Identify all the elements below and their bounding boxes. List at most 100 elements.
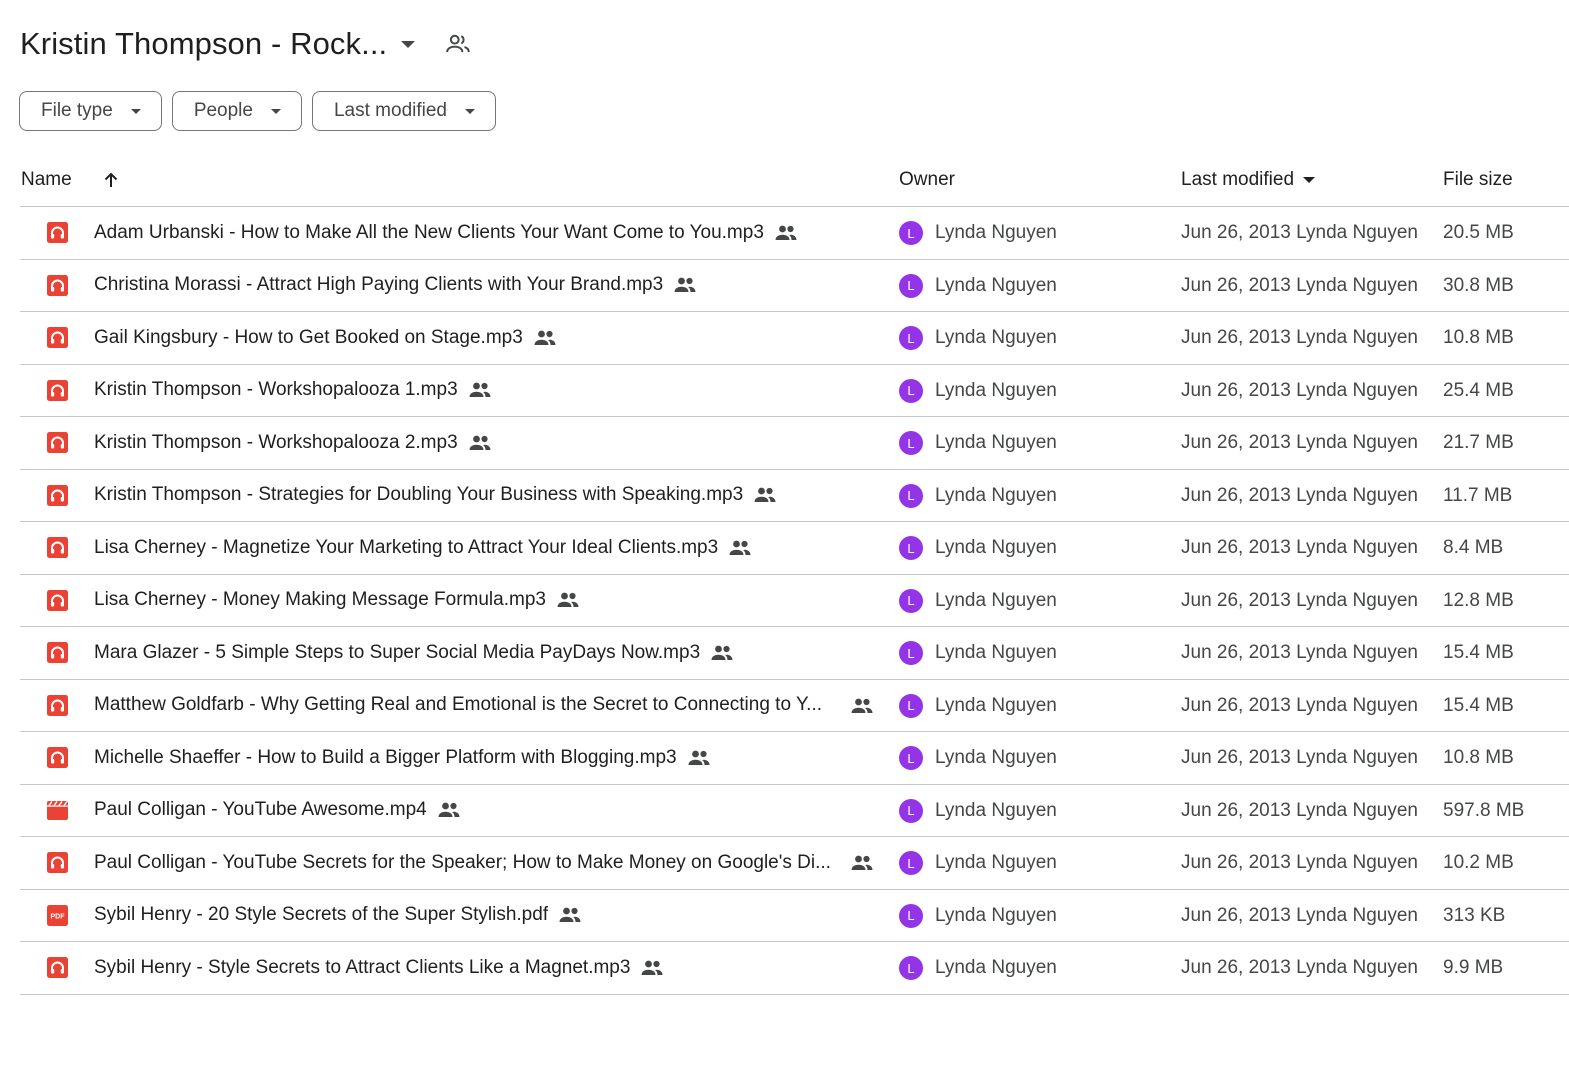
last-modified: Jun 26, 2013 Lynda Nguyen — [1181, 799, 1418, 821]
file-name[interactable]: Matthew Goldfarb - Why Getting Real and … — [94, 694, 822, 716]
file-name[interactable]: Sybil Henry - Style Secrets to Attract C… — [94, 957, 630, 979]
owner-name: Lynda Nguyen — [935, 904, 1057, 926]
file-row[interactable]: Kristin Thompson - Workshopalooza 2.mp3 L… — [20, 417, 1569, 470]
filter-chips: File type People Last modified — [19, 91, 496, 131]
owner-avatar: L — [899, 378, 923, 403]
file-name[interactable]: Kristin Thompson - Workshopalooza 2.mp3 — [94, 432, 458, 454]
file-size: 10.2 MB — [1443, 852, 1514, 873]
folder-menu-caret-icon[interactable] — [401, 40, 416, 48]
file-row[interactable]: Sybil Henry - Style Secrets to Attract C… — [20, 942, 1569, 995]
shared-icon — [753, 485, 777, 505]
filter-label: People — [193, 100, 253, 121]
owner-name: Lynda Nguyen — [935, 222, 1057, 243]
file-name-cell[interactable]: Paul Colligan - YouTube Awesome.mp4 — [94, 785, 461, 836]
file-row[interactable]: Michelle Shaeffer - How to Build a Bigge… — [20, 732, 1569, 785]
file-name[interactable]: Paul Colligan - YouTube Awesome.mp4 — [94, 799, 427, 821]
file-row[interactable]: Kristin Thompson - Strategies for Doubli… — [20, 470, 1569, 522]
owner-name: Lynda Nguyen — [935, 957, 1057, 978]
file-row[interactable]: Christina Morassi - Attract High Paying … — [20, 260, 1569, 312]
last-modified-filter[interactable]: Last modified — [311, 91, 496, 131]
file-name[interactable]: Kristin Thompson - Workshopalooza 1.mp3 — [94, 379, 458, 401]
owner-name: Lynda Nguyen — [935, 274, 1057, 296]
owner-name: Lynda Nguyen — [935, 852, 1057, 873]
file-name-cell[interactable]: Sybil Henry - 20 Style Secrets of the Su… — [94, 890, 582, 941]
file-name[interactable]: Lisa Cherney - Money Making Message Form… — [94, 589, 546, 611]
file-size: 10.8 MB — [1443, 747, 1514, 768]
file-row[interactable]: Lisa Cherney - Magnetize Your Marketing … — [20, 522, 1569, 575]
owner-avatar: L — [899, 326, 923, 350]
file-name-cell[interactable]: Kristin Thompson - Strategies for Doubli… — [94, 470, 777, 521]
file-row[interactable]: Kristin Thompson - Workshopalooza 1.mp3 L… — [20, 365, 1569, 417]
file-name-cell[interactable]: Adam Urbanski - How to Make All the New … — [94, 207, 798, 258]
file-row[interactable]: Adam Urbanski - How to Make All the New … — [20, 207, 1569, 260]
file-row[interactable]: Mara Glazer - 5 Simple Steps to Super So… — [20, 627, 1569, 680]
file-row[interactable]: PDF Sybil Henry - 20 Style Secrets of the… — [20, 890, 1569, 942]
owner-avatar: L — [899, 588, 923, 613]
last-modified: Jun 26, 2013 Lynda Nguyen — [1181, 327, 1418, 348]
owner-avatar: L — [899, 903, 923, 928]
table-header: Name Owner Last modified File size — [20, 158, 1569, 207]
dropdown-caret-icon — [270, 108, 281, 114]
file-name[interactable]: Mara Glazer - 5 Simple Steps to Super So… — [94, 642, 700, 664]
last-modified: Jun 26, 2013 Lynda Nguyen — [1181, 694, 1418, 716]
file-row[interactable]: Paul Colligan - YouTube Secrets for the … — [20, 837, 1569, 890]
arrow-up-icon[interactable] — [102, 171, 120, 189]
audio-file-icon — [47, 957, 68, 978]
column-name-label: Name — [21, 169, 72, 190]
column-header-last-modified[interactable]: Last modified — [1181, 169, 1316, 191]
video-file-icon — [47, 800, 68, 821]
shared-icon — [468, 380, 492, 400]
svg-text:PDF: PDF — [51, 913, 66, 920]
file-name-cell[interactable]: Lisa Cherney - Magnetize Your Marketing … — [94, 522, 752, 573]
shared-folder-icon[interactable] — [445, 31, 471, 57]
file-name-cell[interactable]: Gail Kingsbury - How to Get Booked on St… — [94, 312, 557, 363]
file-name[interactable]: Adam Urbanski - How to Make All the New … — [94, 222, 764, 244]
file-name-cell[interactable]: Kristin Thompson - Workshopalooza 1.mp3 — [94, 365, 492, 416]
file-name[interactable]: Kristin Thompson - Strategies for Doubli… — [94, 484, 743, 506]
owner-avatar: L — [899, 746, 923, 770]
file-name-cell[interactable]: Lisa Cherney - Money Making Message Form… — [94, 575, 580, 626]
file-name[interactable]: Christina Morassi - Attract High Paying … — [94, 274, 663, 296]
file-size: 30.8 MB — [1443, 274, 1514, 296]
file-list: Adam Urbanski - How to Make All the New … — [20, 207, 1569, 995]
file-size: 313 KB — [1443, 904, 1506, 926]
file-type-filter[interactable]: File type — [19, 91, 162, 131]
owner-avatar: L — [899, 536, 923, 560]
file-name-cell[interactable]: Mara Glazer - 5 Simple Steps to Super So… — [94, 627, 734, 678]
file-name[interactable]: Sybil Henry - 20 Style Secrets of the Su… — [94, 904, 548, 926]
column-header-file-size[interactable]: File size — [1443, 169, 1513, 191]
file-row[interactable]: Matthew Goldfarb - Why Getting Real and … — [20, 680, 1569, 732]
file-name-cell[interactable]: Sybil Henry - Style Secrets to Attract C… — [94, 942, 664, 993]
dropdown-caret-icon — [465, 108, 475, 114]
shared-icon — [673, 275, 697, 295]
file-name[interactable]: Gail Kingsbury - How to Get Booked on St… — [94, 327, 523, 349]
file-name[interactable]: Lisa Cherney - Magnetize Your Marketing … — [94, 537, 718, 559]
file-name-cell[interactable]: Michelle Shaeffer - How to Build a Bigge… — [94, 732, 711, 783]
shared-icon — [533, 328, 557, 348]
owner-name: Lynda Nguyen — [935, 327, 1057, 348]
audio-file-icon — [47, 589, 68, 611]
shared-icon — [556, 590, 580, 610]
column-header-owner[interactable]: Owner — [899, 169, 955, 191]
file-size: 12.8 MB — [1443, 589, 1514, 611]
folder-title[interactable]: Kristin Thompson - Rock... — [20, 26, 387, 62]
file-size: 11.7 MB — [1443, 484, 1513, 506]
file-row[interactable]: Lisa Cherney - Money Making Message Form… — [20, 575, 1569, 627]
file-name-cell[interactable]: Matthew Goldfarb - Why Getting Real and … — [94, 680, 822, 731]
owner-avatar: L — [899, 431, 923, 455]
file-size: 21.7 MB — [1443, 432, 1514, 453]
last-modified: Jun 26, 2013 Lynda Nguyen — [1181, 642, 1418, 663]
file-name[interactable]: Michelle Shaeffer - How to Build a Bigge… — [94, 747, 677, 769]
file-name[interactable]: Paul Colligan - YouTube Secrets for the … — [94, 852, 831, 874]
audio-file-icon — [47, 852, 68, 873]
shared-icon — [850, 696, 874, 716]
file-name-cell[interactable]: Christina Morassi - Attract High Paying … — [94, 260, 697, 311]
file-row[interactable]: Paul Colligan - YouTube Awesome.mp4 L Lynd… — [20, 785, 1569, 837]
column-header-name[interactable]: Name — [21, 169, 120, 191]
file-name-cell[interactable]: Paul Colligan - YouTube Secrets for the … — [94, 837, 831, 888]
column-modified-label: Last modified — [1181, 169, 1295, 190]
file-name-cell[interactable]: Kristin Thompson - Workshopalooza 2.mp3 — [94, 417, 492, 468]
people-filter[interactable]: People — [171, 91, 302, 131]
owner-name: Lynda Nguyen — [935, 799, 1057, 821]
file-row[interactable]: Gail Kingsbury - How to Get Booked on St… — [20, 312, 1569, 365]
